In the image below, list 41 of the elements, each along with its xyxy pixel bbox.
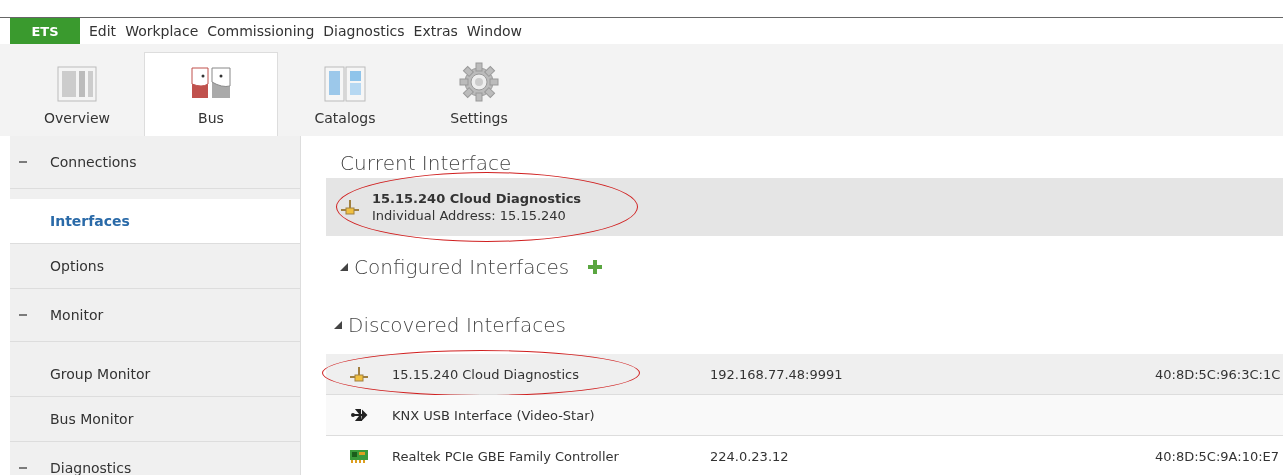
sidebar-item[interactable]: Interfaces (10, 199, 300, 244)
menu-item[interactable]: Extras (413, 23, 458, 39)
interface-address: Individual Address: 15.15.240 (372, 208, 567, 223)
usb-icon (350, 406, 368, 424)
menu-item[interactable]: Window (466, 23, 523, 39)
section-header[interactable]: Configured Interfaces (326, 252, 1283, 282)
sidebar-group[interactable]: Connections (10, 136, 300, 189)
ribbon-tab[interactable]: Settings (412, 52, 546, 136)
menu-item[interactable]: Workplace (125, 23, 199, 39)
sidebar-group[interactable]: Monitor (10, 289, 300, 342)
interface-ip: 224.0.23.12 (710, 448, 789, 464)
network-icon (349, 366, 369, 382)
sidebar-item[interactable]: Group Monitor (10, 352, 300, 397)
ribbon-tab[interactable]: Overview (10, 52, 144, 136)
network-card-icon (349, 448, 369, 464)
settings-icon (459, 62, 499, 102)
section-title: Current Interface (339, 150, 513, 177)
collapse-icon (340, 263, 348, 271)
network-icon (340, 199, 360, 215)
sidebar-item[interactable]: Bus Monitor (10, 397, 300, 442)
interface-ip: 192.168.77.48:9991 (710, 366, 843, 382)
menu-item[interactable]: Edit (89, 23, 117, 39)
interface-name: 15.15.240 Cloud Diagnostics (392, 366, 580, 382)
interface-name: KNX USB Interface (Video-Star) (392, 407, 596, 423)
add-icon[interactable] (587, 259, 604, 275)
interface-row[interactable]: KNX USB Interface (Video-Star) (326, 395, 1283, 436)
app-menu[interactable]: ETS (10, 18, 80, 44)
menu-item[interactable]: Diagnostics (323, 23, 405, 39)
book-icon (324, 66, 366, 102)
interface-name: 15.15.240 Cloud Diagnostics (372, 191, 582, 206)
section-header[interactable]: Discovered Interfaces (326, 310, 1283, 340)
document-icon (57, 66, 97, 102)
collapse-icon (334, 321, 342, 329)
sidebar-item[interactable]: Options (10, 244, 300, 289)
ribbon-tab[interactable]: Catalogs (278, 52, 412, 136)
menu-item[interactable]: Commissioning (207, 23, 315, 39)
ribbon-tab[interactable]: Bus (144, 52, 278, 136)
mac-address: 40:8D:5C:9A:10:E7 (1155, 448, 1280, 464)
mac-address: 40:8D:5C:96:3C:1C (1155, 366, 1281, 382)
interface-name: Realtek PCIe GBE Family Controller (392, 448, 620, 464)
sidebar-group[interactable]: Diagnostics (10, 442, 300, 475)
